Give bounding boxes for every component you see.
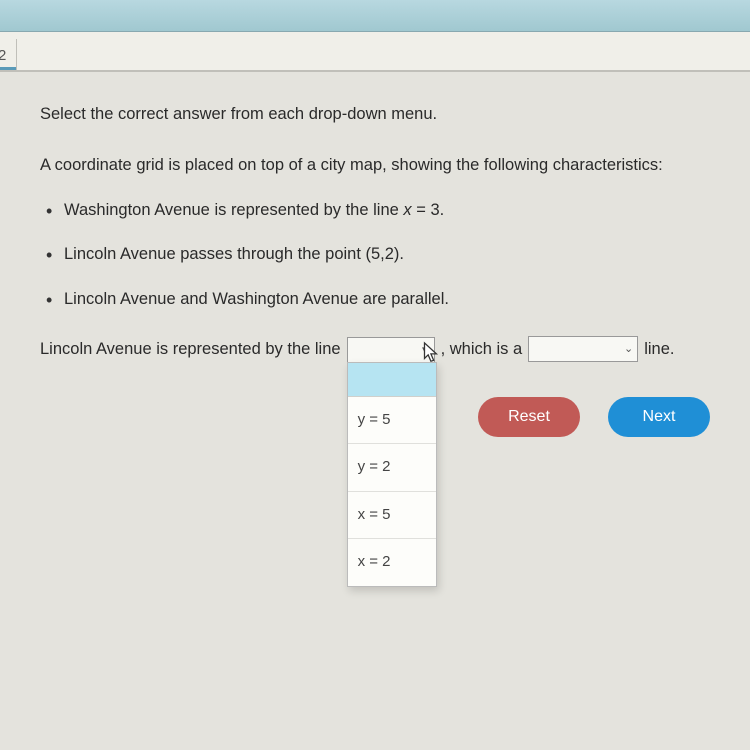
list-item: Lincoln Avenue and Washington Avenue are… [64, 287, 710, 312]
dropdown-option[interactable]: y = 2 [348, 444, 436, 492]
bullet-text-rest: = 3. [412, 201, 445, 219]
bullet-text: Lincoln Avenue passes through the point … [64, 245, 404, 263]
next-button[interactable]: Next [608, 397, 710, 437]
chevron-down-icon: ⌄ [624, 341, 633, 358]
dropdown-1-list: y = 5 y = 2 x = 5 x = 2 [347, 362, 437, 587]
math-var: x [403, 201, 411, 219]
answer-row: Lincoln Avenue is represented by the lin… [40, 336, 710, 363]
answer-text-3: line. [644, 337, 674, 362]
chevron-down-icon: ▾ [422, 342, 428, 359]
dropdown-option[interactable]: x = 2 [348, 539, 436, 586]
next-label: Next [643, 408, 676, 426]
reset-label: Reset [508, 408, 550, 426]
dropdown-option[interactable]: x = 5 [348, 492, 436, 540]
tab-bar: 2 [0, 32, 750, 72]
problem-statement: A coordinate grid is placed on top of a … [40, 153, 710, 178]
dropdown-2[interactable]: ⌄ [528, 336, 638, 362]
bullet-text: Washington Avenue is represented by the … [64, 201, 403, 219]
answer-text-2: , which is a [441, 337, 523, 362]
content-area: Select the correct answer from each drop… [0, 72, 750, 467]
dropdown-1-wrapper: ▾ y = 5 y = 2 x = 5 x = 2 [347, 336, 435, 363]
dropdown-option[interactable]: y = 5 [348, 397, 436, 445]
characteristics-list: Washington Avenue is represented by the … [40, 198, 710, 312]
dropdown-1[interactable]: ▾ [347, 337, 435, 363]
window-top-bar [0, 0, 750, 32]
tab-label: 2 [0, 47, 6, 64]
reset-button[interactable]: Reset [478, 397, 580, 437]
instruction-text: Select the correct answer from each drop… [40, 102, 710, 127]
bullet-text: Lincoln Avenue and Washington Avenue are… [64, 290, 449, 308]
answer-text-1: Lincoln Avenue is represented by the lin… [40, 337, 341, 362]
list-item: Lincoln Avenue passes through the point … [64, 242, 710, 267]
list-item: Washington Avenue is represented by the … [64, 198, 710, 223]
tab-question-2[interactable]: 2 [0, 39, 17, 70]
dropdown-option-blank[interactable] [348, 363, 436, 397]
